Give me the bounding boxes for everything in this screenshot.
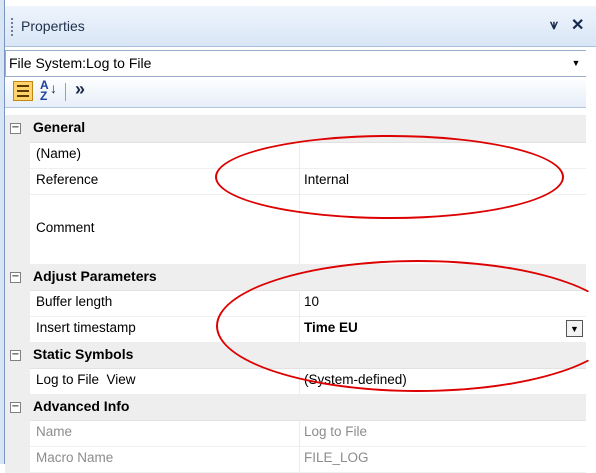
category-label: Adjust Parameters <box>33 268 157 284</box>
property-name: Reference <box>36 172 99 187</box>
object-selector-dropdown[interactable]: File System:Log to File ▼ <box>5 50 587 77</box>
category-general[interactable]: − General <box>5 115 586 143</box>
property-value[interactable]: Internal <box>304 172 349 187</box>
properties-title-bar[interactable]: Properties ⩛ ✕ <box>5 6 596 47</box>
drag-grip-icon[interactable] <box>11 18 13 36</box>
property-row-advanced-name: Name Log to File <box>5 420 586 447</box>
property-name: Buffer length <box>36 294 113 309</box>
collapse-icon[interactable]: − <box>10 272 21 283</box>
property-row-reference[interactable]: Reference Internal <box>5 168 586 195</box>
property-name: (Name) <box>36 146 82 161</box>
collapse-icon[interactable]: − <box>10 350 21 361</box>
property-value[interactable]: 10 <box>304 294 319 309</box>
categorized-icon[interactable] <box>13 81 33 101</box>
chevron-down-icon[interactable]: ▼ <box>567 52 585 73</box>
property-value: Log to File <box>304 424 368 439</box>
panel-right-edge <box>586 48 596 464</box>
overflow-chevron-icon[interactable]: » <box>75 79 85 100</box>
property-row-comment[interactable]: Comment <box>5 194 586 265</box>
property-row-buffer-length[interactable]: Buffer length 10 <box>5 290 586 317</box>
property-grid: − General (Name) Reference Internal Comm… <box>5 115 586 473</box>
property-value: FILE_LOG <box>304 450 369 465</box>
object-selector-value: File System:Log to File <box>9 55 152 71</box>
collapse-icon[interactable]: − <box>10 123 21 134</box>
property-name: Log to File View <box>36 372 136 387</box>
category-advanced-info[interactable]: − Advanced Info <box>5 394 586 421</box>
category-adjust-parameters[interactable]: − Adjust Parameters <box>5 264 586 291</box>
property-value[interactable]: Time EU <box>304 320 358 335</box>
property-row-insert-timestamp[interactable]: Insert timestamp Time EU ▼ <box>5 316 586 343</box>
category-label: Static Symbols <box>33 346 134 362</box>
category-label: General <box>33 119 86 135</box>
chevron-down-icon[interactable]: ▼ <box>566 320 583 337</box>
property-row-name[interactable]: (Name) <box>5 142 586 169</box>
property-row-log-to-file-view[interactable]: Log to File View (System-defined) <box>5 368 586 395</box>
sort-az-icon[interactable]: A Z ↓ <box>40 79 57 102</box>
properties-toolbar: A Z ↓ » <box>5 77 596 108</box>
panel-title: Properties <box>21 18 85 34</box>
property-name: Name <box>36 424 73 439</box>
toolbar-separator <box>65 83 66 101</box>
category-static-symbols[interactable]: − Static Symbols <box>5 342 586 369</box>
property-row-macro-name: Macro Name FILE_LOG <box>5 446 586 473</box>
property-name: Macro Name <box>36 450 114 465</box>
property-name: Insert timestamp <box>36 320 136 335</box>
property-name: Comment <box>36 220 95 235</box>
pin-icon[interactable]: ⩛ <box>550 16 558 33</box>
category-label: Advanced Info <box>33 398 130 414</box>
collapse-icon[interactable]: − <box>10 402 21 413</box>
close-icon[interactable]: ✕ <box>571 15 584 35</box>
property-value[interactable]: (System-defined) <box>304 372 407 387</box>
